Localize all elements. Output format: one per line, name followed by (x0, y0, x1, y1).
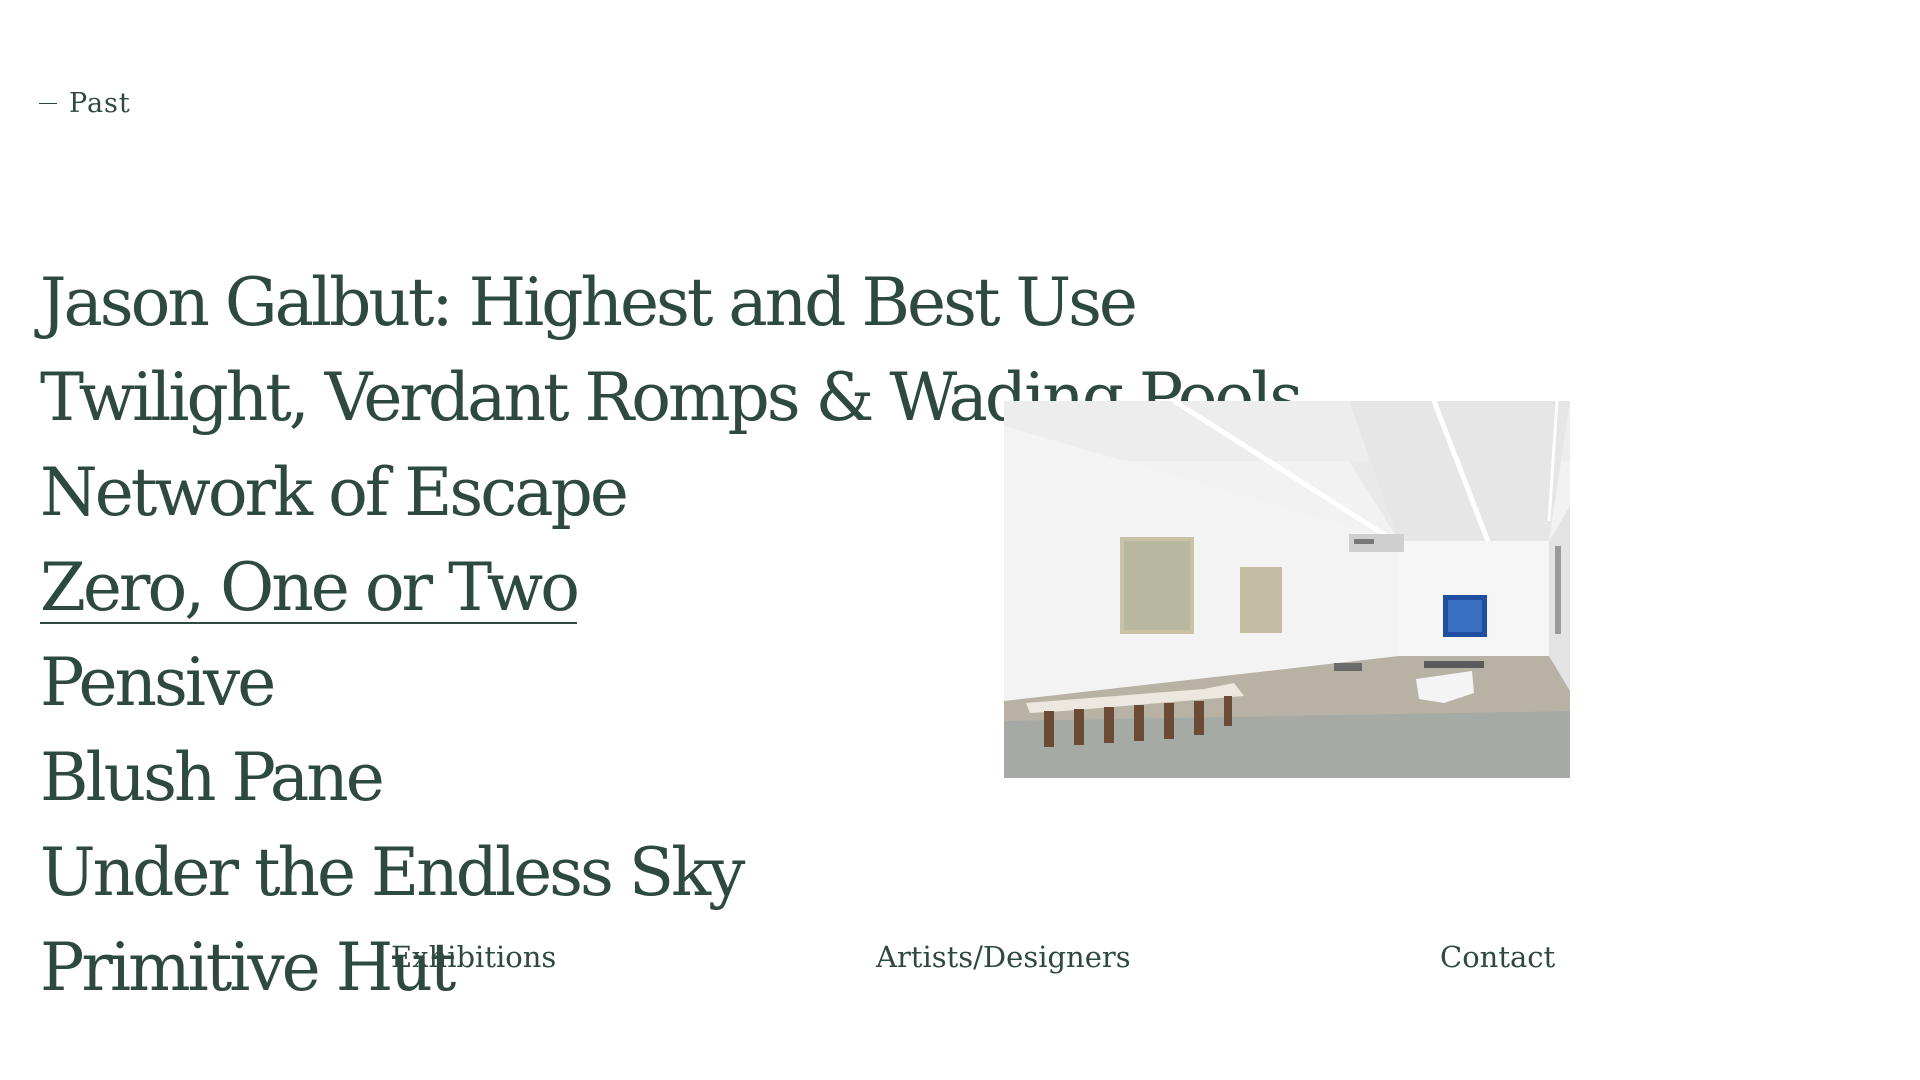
dash-icon (39, 103, 57, 104)
footer-nav: Exhibitions Artists/Designers Contact (0, 940, 1920, 980)
section-label: Past (39, 88, 131, 119)
exhibition-preview-image (1004, 401, 1570, 778)
nav-exhibitions-link[interactable]: Exhibitions (391, 940, 556, 974)
exhibition-link[interactable]: Jason Galbut: Highest and Best Use (40, 255, 1300, 350)
exhibition-link[interactable]: Under the Endless Sky (40, 825, 1300, 920)
section-label-text: Past (69, 88, 131, 119)
nav-artists-link[interactable]: Artists/Designers (876, 940, 1131, 974)
nav-contact-link[interactable]: Contact (1440, 940, 1555, 974)
